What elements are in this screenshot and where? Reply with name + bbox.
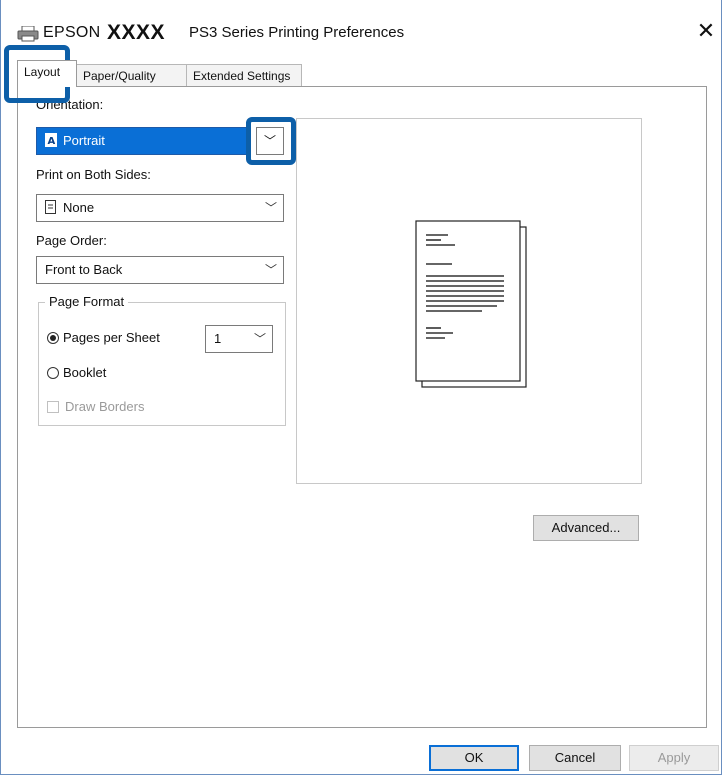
orientation-label: Orientation: [36,97,104,112]
layout-panel: Orientation: A Portrait ﹀ Print on Both … [4,45,707,728]
page-format-group: Page Format Pages per Sheet 1 ﹀ Booklet … [38,294,286,426]
booklet-label: Booklet [63,365,107,380]
both-sides-value: None [63,200,95,215]
ok-button[interactable]: OK [429,745,519,771]
chevron-down-icon: ﹀ [264,263,277,277]
close-icon[interactable]: ✕ [691,16,721,46]
portrait-icon: A [45,133,57,147]
chevron-down-icon: ﹀ [253,332,266,346]
title-description: PS3 Series Printing Preferences [189,24,405,41]
page-order-label: Page Order: [36,233,107,248]
apply-button[interactable]: Apply [629,745,719,771]
printer-icon [17,26,39,42]
title-model: XXXX [107,21,166,44]
page-preview-icon [415,220,527,388]
page-order-select[interactable]: Front to Back ﹀ [36,256,284,284]
draw-borders-label: Draw Borders [65,399,145,414]
cancel-button[interactable]: Cancel [529,745,621,771]
layout-preview [296,118,642,484]
tab-paper-quality[interactable]: Paper/Quality [76,64,187,86]
orientation-dropdown-button[interactable]: ﹀ [256,127,284,155]
advanced-button[interactable]: Advanced... [533,515,639,541]
svg-text:A: A [48,136,56,147]
title-brand: EPSON [43,24,101,41]
both-sides-label: Print on Both Sides: [36,167,151,182]
tab-layout[interactable]: Layout [17,60,77,87]
radio-button-checked[interactable] [47,332,59,344]
booklet-radio[interactable]: Booklet [47,365,106,380]
pages-per-sheet-select[interactable]: 1 ﹀ [205,325,273,353]
page-format-title: Page Format [45,294,129,309]
orientation-value: Portrait [63,133,105,148]
chevron-down-icon: ﹀ [264,201,277,215]
both-sides-select[interactable]: None ﹀ [36,194,284,222]
draw-borders-checkbox[interactable]: Draw Borders [47,399,144,414]
single-sided-page-icon [45,200,56,214]
orientation-select[interactable]: A Portrait [36,127,248,155]
title-bar: EPSON XXXX PS3 Series Printing Preferenc… [1,0,721,60]
radio-button-unchecked[interactable] [47,367,59,379]
page-order-value: Front to Back [45,262,123,277]
tab-extended-settings[interactable]: Extended Settings [186,64,302,86]
pages-per-sheet-radio[interactable]: Pages per Sheet [47,330,160,345]
pages-per-sheet-label: Pages per Sheet [63,330,160,345]
chevron-down-icon: ﹀ [263,134,276,148]
printing-preferences-window: EPSON XXXX PS3 Series Printing Preferenc… [0,0,722,775]
pages-per-sheet-value: 1 [214,331,222,346]
checkbox-disabled[interactable] [47,401,59,413]
